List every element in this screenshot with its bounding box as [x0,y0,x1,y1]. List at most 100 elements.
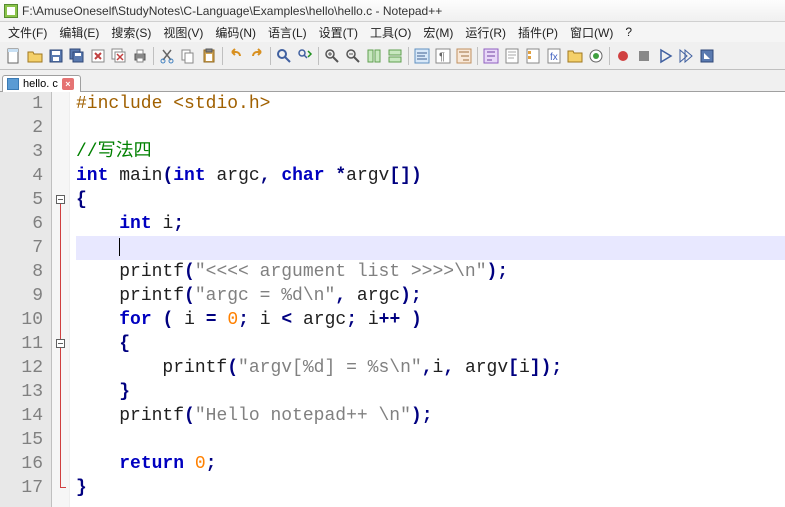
line-number: 2 [0,116,43,140]
zoom-out-icon[interactable] [343,46,363,66]
sync-v-icon[interactable] [364,46,384,66]
line-number: 15 [0,428,43,452]
all-chars-icon[interactable]: ¶ [433,46,453,66]
redo-icon[interactable] [247,46,267,66]
tab-label: hello. c [23,78,58,90]
menu-file[interactable]: 文件(F) [2,22,53,43]
fold-margin[interactable] [52,92,70,507]
lang-icon[interactable] [481,46,501,66]
fold-box-icon[interactable] [56,339,65,348]
line-number: 9 [0,284,43,308]
code-line: printf("argv[%d] = %s\n",i, argv[i]); [76,356,785,380]
wordwrap-icon[interactable] [412,46,432,66]
print-icon[interactable] [130,46,150,66]
indent-guide-icon[interactable] [454,46,474,66]
code-line [76,428,785,452]
replace-icon[interactable] [295,46,315,66]
new-file-icon[interactable] [4,46,24,66]
paste-icon[interactable] [199,46,219,66]
line-number: 1 [0,92,43,116]
undo-icon[interactable] [226,46,246,66]
line-number: 5 [0,188,43,212]
code-line: int main(int argc, char *argv[]) [76,164,785,188]
menu-run[interactable]: 运行(R) [459,22,512,43]
menu-search[interactable]: 搜索(S) [105,22,157,43]
fold-box-icon[interactable] [56,195,65,204]
tab-close-icon[interactable]: × [62,78,74,90]
stop-macro-icon[interactable] [634,46,654,66]
menu-encoding[interactable]: 编码(N) [209,22,262,43]
menu-language[interactable]: 语言(L) [262,22,313,43]
toolbar-sep [609,47,610,65]
tab-bar: hello. c × [0,70,785,92]
close-icon[interactable] [88,46,108,66]
line-number: 12 [0,356,43,380]
tab-hello-c[interactable]: hello. c × [2,75,81,92]
folder-tree-icon[interactable] [565,46,585,66]
open-file-icon[interactable] [25,46,45,66]
menu-help[interactable]: ? [619,23,638,41]
line-number: 3 [0,140,43,164]
menu-view[interactable]: 视图(V) [157,22,209,43]
play-multi-icon[interactable] [676,46,696,66]
save-all-icon[interactable] [67,46,87,66]
toolbar-sep [408,47,409,65]
line-number: 10 [0,308,43,332]
editor-pane[interactable]: 1 2 3 4 5 6 7 8 9 10 11 12 13 14 15 16 1… [0,92,785,507]
code-line: printf("<<<< argument list >>>>\n"); [76,260,785,284]
doc-list-icon[interactable] [523,46,543,66]
menu-plugins[interactable]: 插件(P) [512,22,564,43]
code-line: } [76,476,785,500]
line-number: 11 [0,332,43,356]
code-line: printf("Hello notepad++ \n"); [76,404,785,428]
code-line [76,116,785,140]
zoom-in-icon[interactable] [322,46,342,66]
line-number: 8 [0,260,43,284]
code-line: { [76,332,785,356]
code-line: } [76,380,785,404]
toolbar-sep [270,47,271,65]
code-line: int i; [76,212,785,236]
line-number: 16 [0,452,43,476]
sync-h-icon[interactable] [385,46,405,66]
find-icon[interactable] [274,46,294,66]
title-bar: F:\AmuseOneself\StudyNotes\C-Language\Ex… [0,0,785,22]
menu-edit[interactable]: 编辑(E) [53,22,105,43]
monitor-icon[interactable] [586,46,606,66]
code-line: for ( i = 0; i < argc; i++ ) [76,308,785,332]
record-macro-icon[interactable] [613,46,633,66]
save-macro-icon[interactable] [697,46,717,66]
line-number: 13 [0,380,43,404]
code-line: return 0; [76,452,785,476]
code-line: #include <stdio.h> [76,92,785,116]
line-number: 14 [0,404,43,428]
menu-window[interactable]: 窗口(W) [564,22,619,43]
svg-text:fx: fx [550,52,558,63]
cut-icon[interactable] [157,46,177,66]
text-caret [119,238,120,256]
doc-map-icon[interactable] [502,46,522,66]
line-number: 7 [0,236,43,260]
toolbar: ¶ fx [0,42,785,70]
line-number: 17 [0,476,43,500]
menu-tools[interactable]: 工具(O) [364,22,417,43]
menu-settings[interactable]: 设置(T) [313,22,364,43]
window-title: F:\AmuseOneself\StudyNotes\C-Language\Ex… [22,4,442,18]
file-icon [7,78,19,90]
line-number-gutter: 1 2 3 4 5 6 7 8 9 10 11 12 13 14 15 16 1… [0,92,52,507]
function-list-icon[interactable]: fx [544,46,564,66]
toolbar-sep [477,47,478,65]
save-icon[interactable] [46,46,66,66]
line-number: 4 [0,164,43,188]
menu-macro[interactable]: 宏(M) [417,22,459,43]
app-icon [4,4,18,18]
line-number: 6 [0,212,43,236]
menu-bar: 文件(F) 编辑(E) 搜索(S) 视图(V) 编码(N) 语言(L) 设置(T… [0,22,785,42]
play-macro-icon[interactable] [655,46,675,66]
svg-text:¶: ¶ [439,51,445,63]
copy-icon[interactable] [178,46,198,66]
close-all-icon[interactable] [109,46,129,66]
code-line: //写法四 [76,140,785,164]
code-area[interactable]: #include <stdio.h> //写法四 int main(int ar… [70,92,785,507]
code-line-current [76,236,785,260]
